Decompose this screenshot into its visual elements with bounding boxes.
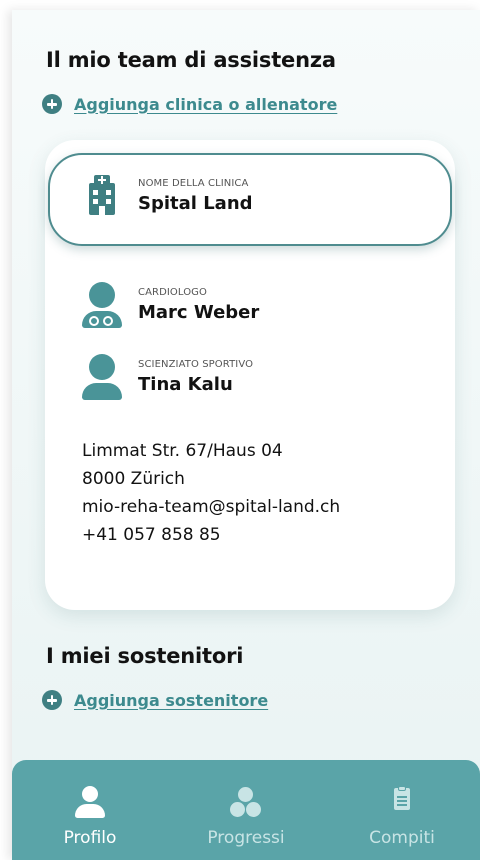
progress-icon <box>229 786 263 820</box>
plus-circle-icon <box>42 690 62 710</box>
clipboard-icon <box>385 786 419 820</box>
address-city: 8000 Zürich <box>82 469 185 489</box>
clinic-caption: NOME DELLA CLINICA <box>138 178 249 189</box>
tab-progress[interactable]: Progressi <box>181 786 311 848</box>
tab-profile[interactable]: Profilo <box>25 786 155 848</box>
supporters-title: I miei sostenitori <box>46 644 244 668</box>
hospital-icon <box>80 173 124 219</box>
clinic-name: Spital Land <box>138 193 253 214</box>
plus-circle-icon <box>42 94 62 114</box>
contact-phone[interactable]: +41 057 858 85 <box>82 521 340 549</box>
tab-tasks[interactable]: Compiti <box>337 786 467 848</box>
member-name: Tina Kalu <box>138 374 233 395</box>
member-name: Marc Weber <box>138 302 260 323</box>
tab-tasks-label: Compiti <box>369 828 435 848</box>
app-screen: Il mio team di assistenza Aggiunga clini… <box>12 10 480 860</box>
member-role: SCIENZIATO SPORTIVO <box>138 359 254 370</box>
member-role: CARDIOLOGO <box>138 287 207 298</box>
add-supporter-label: Aggiunga sostenitore <box>74 690 269 710</box>
clinic-contact-block: Limmat Str. 67/Haus 04 8000 Zürich mio-r… <box>82 437 340 549</box>
bottom-tab-bar: Profilo Progressi Compiti <box>12 760 480 860</box>
add-clinic-or-trainer-link[interactable]: Aggiunga clinica o allenatore <box>42 94 337 114</box>
care-team-title: Il mio team di assistenza <box>46 48 336 72</box>
add-clinic-label: Aggiunga clinica o allenatore <box>74 94 338 114</box>
address-street: Limmat Str. 67/Haus 04 <box>82 441 283 461</box>
person-icon <box>80 354 124 400</box>
tab-profile-label: Profilo <box>63 828 117 848</box>
person-icon <box>73 786 107 820</box>
team-member-sport-scientist[interactable]: SCIENZIATO SPORTIVO Tina Kalu <box>80 354 253 400</box>
add-supporter-link[interactable]: Aggiunga sostenitore <box>42 690 268 710</box>
team-member-cardiologist[interactable]: CARDIOLOGO Marc Weber <box>80 282 259 328</box>
tab-progress-label: Progressi <box>207 828 285 848</box>
contact-email[interactable]: mio-reha-team@spital-land.ch <box>82 493 340 521</box>
clinic-entry: NOME DELLA CLINICA Spital Land <box>80 173 253 219</box>
doctor-icon <box>80 282 124 328</box>
